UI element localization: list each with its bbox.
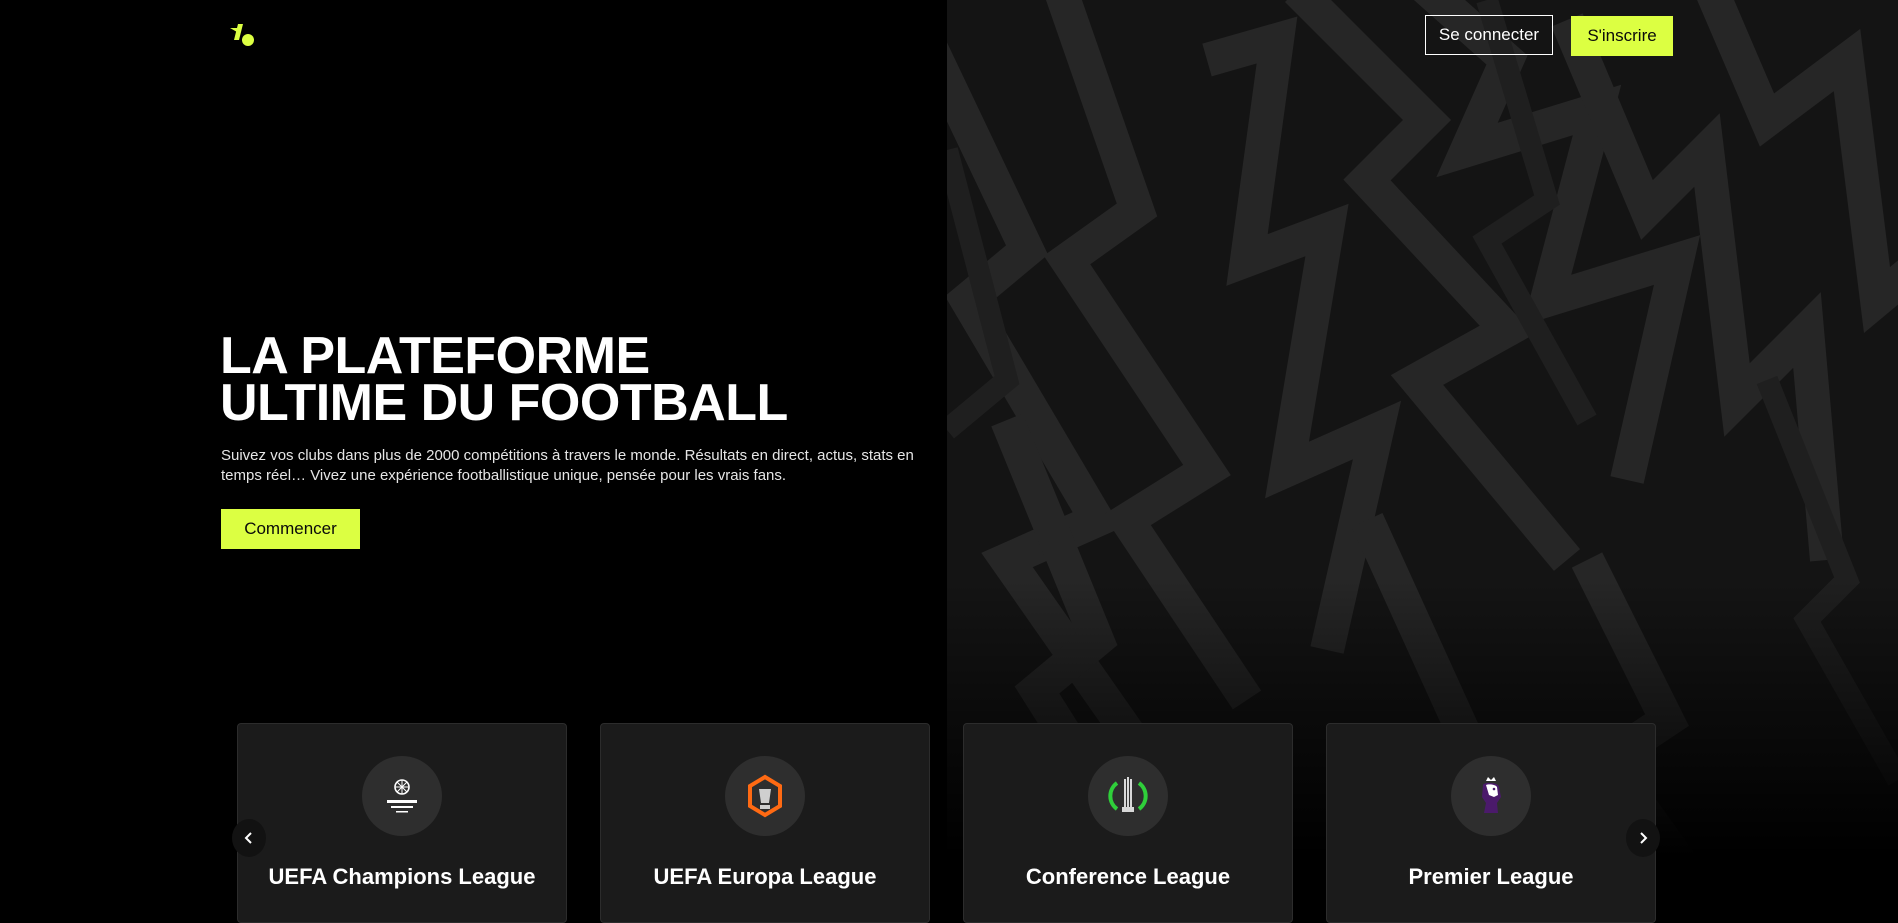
competition-name: UEFA Champions League <box>268 864 536 889</box>
conference-league-logo-icon <box>1088 756 1168 836</box>
competition-name: Conference League <box>1025 864 1231 889</box>
start-button[interactable]: Commencer <box>221 509 360 549</box>
hero-title-line-1: LA PLATEFORME <box>220 327 650 385</box>
carousel-prev-button[interactable] <box>232 819 266 857</box>
europa-league-logo-icon <box>725 756 805 836</box>
competition-card-champions-league[interactable]: UEFA Champions League <box>237 723 567 923</box>
login-button[interactable]: Se connecter <box>1425 15 1553 55</box>
premier-league-logo-icon <box>1451 756 1531 836</box>
hero-subtitle: Suivez vos clubs dans plus de 2000 compé… <box>221 447 914 484</box>
hero-title: LA PLATEFORME ULTIME DU FOOTBALL <box>220 327 788 432</box>
competition-name: UEFA Europa League <box>653 864 877 889</box>
competition-card-premier-league[interactable]: Premier League <box>1326 723 1656 923</box>
chevron-right-icon <box>1640 832 1648 844</box>
chevron-left-icon <box>244 832 252 844</box>
champions-league-logo-icon <box>362 756 442 836</box>
competition-name: Premier League <box>1408 864 1574 889</box>
competition-card-conference-league[interactable]: Conference League <box>963 723 1293 923</box>
hero-title-line-2: ULTIME DU FOOTBALL <box>220 374 788 432</box>
brand-logo-icon[interactable] <box>228 22 256 48</box>
competition-card-europa-league[interactable]: UEFA Europa League <box>600 723 930 923</box>
signup-button[interactable]: S'inscrire <box>1571 16 1673 56</box>
carousel-next-button[interactable] <box>1626 819 1660 857</box>
